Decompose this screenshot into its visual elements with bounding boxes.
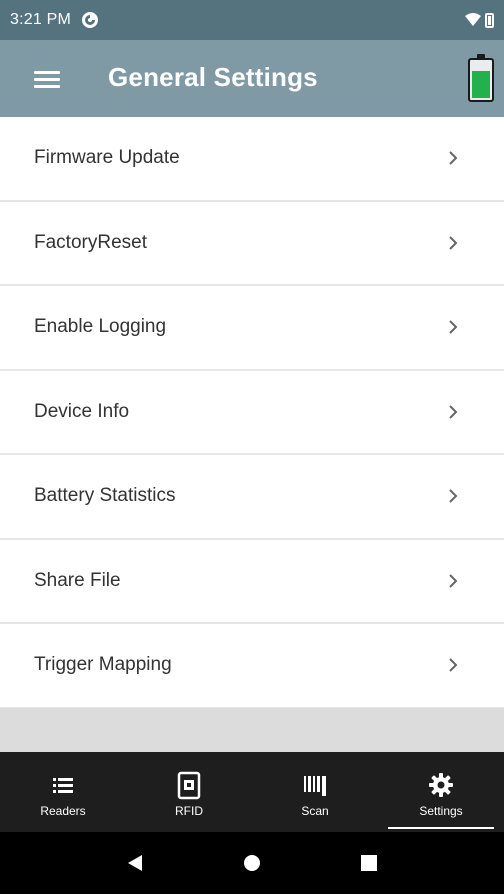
chevron-right-icon (449, 405, 458, 419)
tab-rfid[interactable]: RFID (126, 752, 252, 832)
recents-square-icon (361, 855, 377, 871)
list-item-firmware-update[interactable]: Firmware Update (0, 117, 504, 202)
list-item-trigger-mapping[interactable]: Trigger Mapping (0, 624, 504, 709)
chevron-right-icon (449, 151, 458, 165)
list-item-label: Firmware Update (34, 147, 180, 169)
list-item-battery-statistics[interactable]: Battery Statistics (0, 455, 504, 540)
app-bar: General Settings (0, 40, 504, 117)
status-bar: 3:21 PM (0, 0, 504, 40)
hamburger-menu-icon[interactable] (34, 71, 60, 89)
tab-scan[interactable]: Scan (252, 752, 378, 832)
status-icons (465, 12, 494, 28)
list-item-enable-logging[interactable]: Enable Logging (0, 286, 504, 371)
chevron-right-icon (449, 574, 458, 588)
gear-icon (429, 773, 453, 797)
list-icon (53, 778, 73, 793)
settings-list: Firmware Update FactoryReset Enable Logg… (0, 117, 504, 709)
bottom-navigation: Readers RFID Scan Settings (0, 752, 504, 832)
chevron-right-icon (449, 489, 458, 503)
status-battery-icon (485, 12, 494, 28)
list-item-factory-reset[interactable]: FactoryReset (0, 201, 504, 286)
rfid-tag-icon (177, 771, 201, 800)
tab-settings[interactable]: Settings (378, 752, 504, 832)
sync-status-icon (82, 12, 98, 28)
status-time: 3:21 PM (10, 11, 71, 28)
list-item-label: Enable Logging (34, 316, 167, 338)
barcode-icon (304, 776, 326, 796)
chevron-right-icon (449, 320, 458, 334)
list-item-label: Battery Statistics (34, 485, 176, 507)
list-bottom-filler (0, 708, 504, 752)
battery-level-fill (472, 71, 490, 98)
tab-readers[interactable]: Readers (0, 752, 126, 832)
page-title: General Settings (108, 62, 318, 92)
list-item-label: Share File (34, 569, 121, 591)
list-item-label: FactoryReset (34, 231, 147, 253)
tab-label: Readers (40, 804, 86, 818)
wifi-icon (465, 13, 481, 26)
back-button[interactable] (126, 853, 144, 873)
tab-label: Settings (419, 804, 463, 818)
recents-button[interactable] (360, 854, 378, 872)
chevron-right-icon (449, 658, 458, 672)
list-item-device-info[interactable]: Device Info (0, 370, 504, 455)
tab-label: RFID (175, 804, 203, 818)
system-navigation-bar (0, 832, 504, 894)
list-item-label: Trigger Mapping (34, 654, 172, 676)
list-item-label: Device Info (34, 400, 130, 422)
back-triangle-icon (128, 855, 142, 871)
tab-label: Scan (301, 804, 329, 818)
home-button[interactable] (242, 853, 262, 873)
home-circle-icon (244, 855, 260, 871)
reader-battery-icon (468, 54, 494, 102)
chevron-right-icon (449, 236, 458, 250)
list-item-share-file[interactable]: Share File (0, 539, 504, 624)
